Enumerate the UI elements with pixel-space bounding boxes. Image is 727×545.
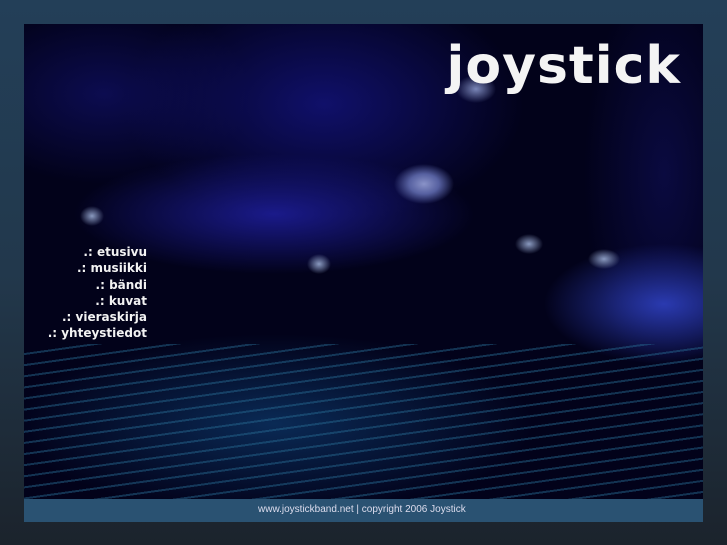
footer-text: www.joystickband.net | copyright 2006 Jo… [258,504,466,515]
site-logo: joystick [446,36,681,96]
nav-etusivu[interactable]: .: etusivu [48,244,147,260]
footer: www.joystickband.net | copyright 2006 Jo… [24,499,703,522]
nav-vieraskirja[interactable]: .: vieraskirja [48,309,147,325]
nav-bandi[interactable]: .: bändi [48,277,147,293]
nav-kuvat[interactable]: .: kuvat [48,293,147,309]
photo-texture [24,344,703,499]
nav-musiikki[interactable]: .: musiikki [48,260,147,276]
nav-yhteystiedot[interactable]: .: yhteystiedot [48,325,147,341]
main-nav: .: etusivu .: musiikki .: bändi .: kuvat… [48,244,147,342]
header-banner: joystick .: etusivu .: musiikki .: bändi… [24,24,703,499]
